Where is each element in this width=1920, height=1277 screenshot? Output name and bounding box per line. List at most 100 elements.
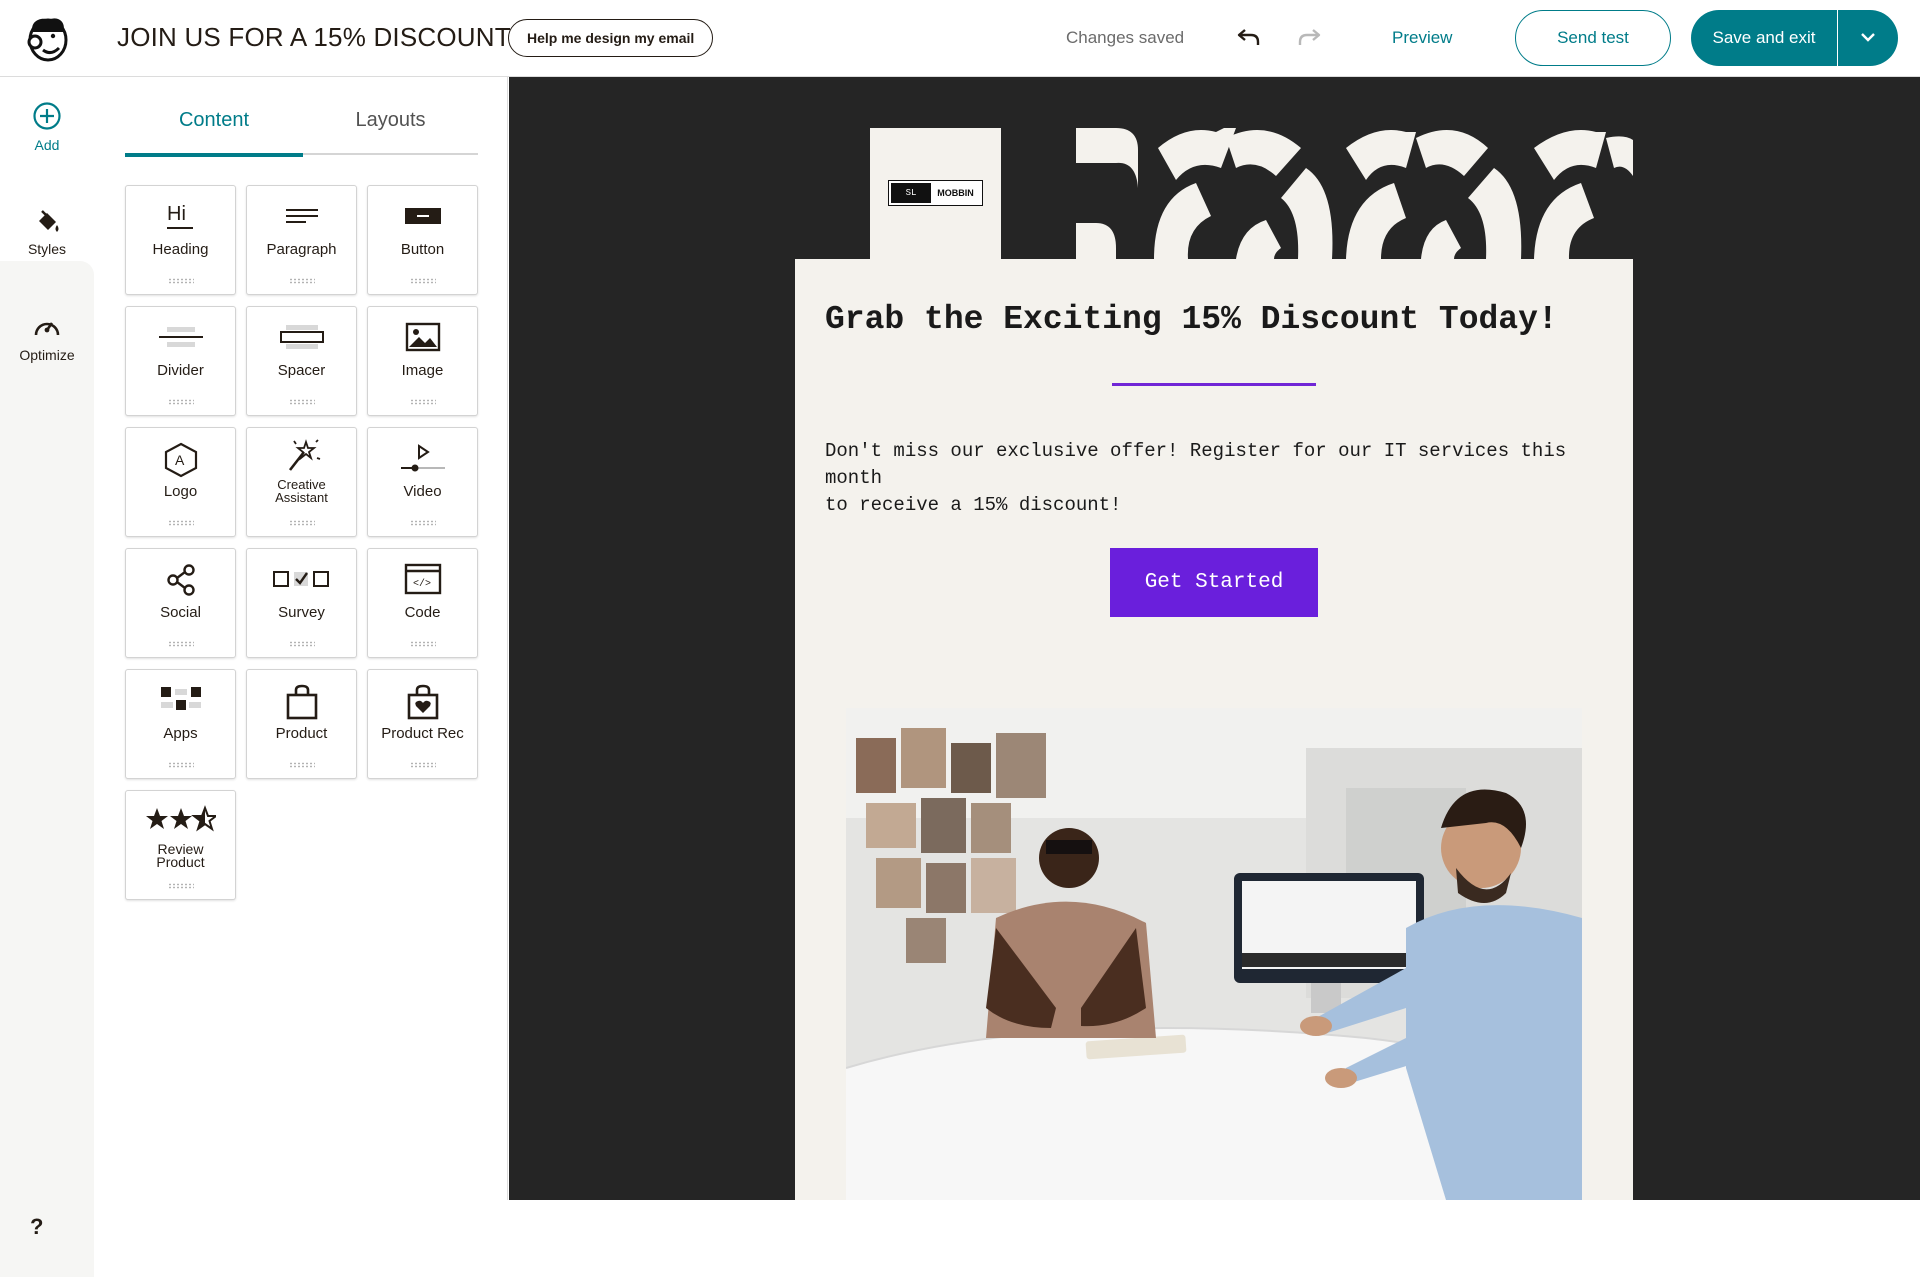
block-paragraph[interactable]: Paragraph <box>246 185 357 295</box>
block-label: Social <box>160 604 201 621</box>
block-label: Product Rec <box>381 725 464 742</box>
add-circle-icon <box>33 102 61 130</box>
block-video[interactable]: Video <box>367 427 478 537</box>
block-button[interactable]: Button <box>367 185 478 295</box>
survey-icon <box>272 571 329 587</box>
chevron-down-icon <box>1861 32 1875 42</box>
brand-logo-right: MOBBIN <box>937 188 974 198</box>
drag-handle[interactable] <box>289 520 315 526</box>
drag-handle[interactable] <box>410 641 436 647</box>
email-paragraph-line-1: Don't miss our exclusive offer! Register… <box>825 440 1567 489</box>
drag-handle[interactable] <box>168 520 194 526</box>
drag-handle[interactable] <box>410 520 436 526</box>
undo-icon[interactable] <box>1236 24 1262 50</box>
svg-text:</>: </> <box>413 578 431 590</box>
save-options-dropdown[interactable] <box>1838 10 1898 66</box>
block-image[interactable]: Image <box>367 306 478 416</box>
rail-styles[interactable]: Styles <box>0 207 94 257</box>
campaign-title[interactable]: JOIN US FOR A 15% DISCOUNT <box>117 22 511 53</box>
spacer-icon <box>279 325 324 349</box>
button-icon <box>404 208 441 224</box>
block-label: Apps <box>163 725 198 742</box>
block-spacer[interactable]: Spacer <box>246 306 357 416</box>
block-label: Heading <box>152 241 209 258</box>
email-logo-block[interactable]: SL MOBBIN <box>870 128 1001 259</box>
rail-add-label: Add <box>34 137 60 153</box>
block-label: Survey <box>278 604 325 621</box>
code-icon: </> <box>404 563 441 595</box>
drag-handle[interactable] <box>168 399 194 405</box>
drag-handle[interactable] <box>289 641 315 647</box>
block-code[interactable]: </> Code <box>367 548 478 658</box>
help-design-button[interactable]: Help me design my email <box>508 19 714 57</box>
email-hero-image[interactable] <box>846 708 1582 1200</box>
shopping-bag-icon <box>286 684 317 720</box>
block-label: Divider <box>157 362 204 379</box>
email-header-band[interactable]: SL MOBBIN <box>795 128 1633 259</box>
heading-icon: Hi <box>166 203 193 229</box>
share-icon <box>166 564 195 596</box>
top-bar: JOIN US FOR A 15% DISCOUNT Help me desig… <box>0 0 1920 77</box>
block-product[interactable]: Product <box>246 669 357 779</box>
help-icon[interactable]: ? <box>30 1214 43 1240</box>
image-icon <box>405 322 440 352</box>
rail-optimize[interactable]: Optimize <box>0 313 94 363</box>
block-logo[interactable]: A Logo <box>125 427 236 537</box>
svg-text:A: A <box>175 452 185 468</box>
block-divider[interactable]: Divider <box>125 306 236 416</box>
tab-layouts[interactable]: Layouts <box>303 105 478 155</box>
paint-bucket-icon <box>39 210 59 232</box>
block-survey[interactable]: Survey <box>246 548 357 658</box>
email-paragraph-line-2: to receive a 15% discount! <box>825 494 1122 516</box>
email-heading[interactable]: Grab the Exciting 15% Discount Today! <box>825 301 1558 338</box>
logo-icon: A <box>164 442 197 478</box>
redo-icon[interactable] <box>1296 24 1322 50</box>
paragraph-icon <box>285 209 318 223</box>
block-label: Creative Assistant <box>275 477 328 505</box>
drag-handle[interactable] <box>289 278 315 284</box>
email-paragraph[interactable]: Don't miss our exclusive offer! Register… <box>825 438 1605 519</box>
send-test-button[interactable]: Send test <box>1515 10 1671 66</box>
drag-handle[interactable] <box>168 641 194 647</box>
brand-logo-left: SL <box>891 183 931 203</box>
office-meeting-photo <box>846 708 1582 1200</box>
block-label: Video <box>403 483 442 500</box>
save-and-exit-button[interactable]: Save and exit <box>1691 10 1837 66</box>
drag-handle[interactable] <box>168 278 194 284</box>
product-rec-icon <box>407 684 438 720</box>
block-label: Review Product <box>156 841 205 870</box>
mailchimp-logo-icon[interactable] <box>21 12 73 64</box>
drag-handle[interactable] <box>410 278 436 284</box>
email-divider-line[interactable] <box>1112 383 1316 386</box>
tab-content[interactable]: Content <box>125 105 303 157</box>
content-panel: Content Layouts Hi Heading Paragraph But… <box>95 77 508 1200</box>
block-label: Button <box>400 241 445 258</box>
drag-handle[interactable] <box>168 883 194 889</box>
drag-handle[interactable] <box>410 762 436 768</box>
brand-logo: SL MOBBIN <box>888 180 983 206</box>
get-started-button[interactable]: Get Started <box>1110 548 1318 617</box>
block-creative-assistant[interactable]: Creative Assistant <box>246 427 357 537</box>
rail-background <box>0 261 94 1277</box>
block-apps[interactable]: Apps <box>125 669 236 779</box>
divider-icon <box>158 327 203 347</box>
rail-optimize-label: Optimize <box>19 347 75 363</box>
panel-tabs: Content Layouts <box>125 105 478 157</box>
block-social[interactable]: Social <box>125 548 236 658</box>
svg-text:Hi: Hi <box>167 203 186 225</box>
block-label: Spacer <box>277 362 326 379</box>
block-heading[interactable]: Hi Heading <box>125 185 236 295</box>
decorative-arches-graphic <box>1076 128 1633 259</box>
preview-link[interactable]: Preview <box>1392 28 1452 48</box>
left-rail: Add Styles Optimize ? <box>0 77 95 1277</box>
drag-handle[interactable] <box>289 399 315 405</box>
drag-handle[interactable] <box>168 762 194 768</box>
email-canvas: SL MOBBIN Grab the Exciting 15% Discount… <box>509 77 1920 1200</box>
block-product-rec[interactable]: Product Rec <box>367 669 478 779</box>
drag-handle[interactable] <box>289 762 315 768</box>
stars-icon <box>145 805 216 832</box>
rail-add[interactable]: Add <box>0 101 94 153</box>
block-review-product[interactable]: Review Product <box>125 790 236 900</box>
block-label: Logo <box>163 483 198 500</box>
drag-handle[interactable] <box>410 399 436 405</box>
